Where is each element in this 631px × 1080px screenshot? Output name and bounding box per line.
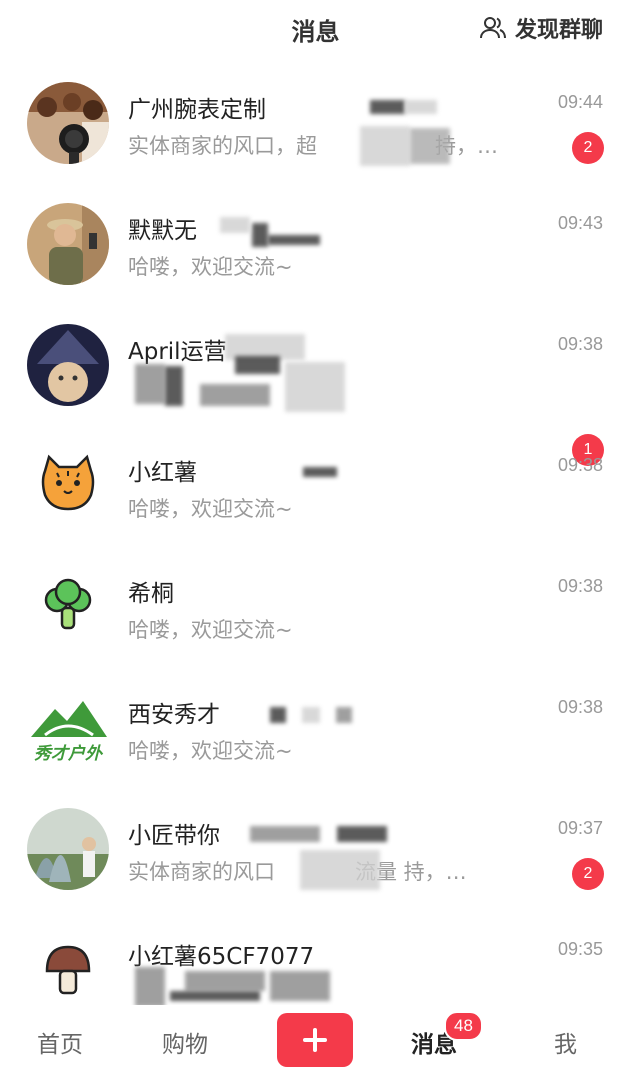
redaction [270,971,330,1001]
cat-face-avatar [27,445,109,527]
group-users-icon [479,17,506,39]
redaction [410,128,450,164]
watch-photo-avatar [27,82,109,164]
conversation-time: 09:38 [557,576,603,596]
conversation-row[interactable]: 秀才户外 西安秀才 哈喽，欢迎交流~ 09:38 [0,667,631,788]
redaction [165,366,183,406]
redaction [170,991,260,1001]
tab-home[interactable]: 首页 [37,1025,83,1059]
conversation-name: 西安秀才 [128,702,220,728]
redaction [252,223,268,247]
redaction [268,235,320,245]
redaction [336,707,352,723]
conversation-time: 09:38 [557,697,603,717]
conversation-name: 广州腕表定制 [128,97,266,123]
discover-label: 发现群聊 [514,18,603,43]
redaction [220,217,250,233]
tab-me[interactable]: 我 [554,1025,577,1059]
conversation-preview: 哈喽，欢迎交流~ [128,739,293,763]
redaction [285,362,345,412]
conversation-time: 09:38 [557,455,603,475]
redaction [405,100,437,114]
conversation-preview: 哈喽，欢迎交流~ [128,497,293,521]
redaction [360,126,410,166]
conversation-name: 小匠带你 [128,823,220,849]
conversation-row[interactable]: 默默无 哈喽，欢迎交流~ 09:43 [0,183,631,304]
mushroom-avatar [27,929,109,1011]
conversation-name: 小红薯65CF7077 [128,944,315,970]
logo-text: 秀才户外 [34,744,102,764]
conversation-name: April运营 [128,339,227,365]
redaction [300,850,380,890]
redaction [235,356,280,374]
redaction [337,826,387,842]
person-outdoor-avatar [27,808,109,890]
unread-badge: 2 [572,132,604,164]
person-photo-avatar [27,203,109,285]
redaction [250,826,320,842]
mountain-logo-avatar: 秀才户外 [27,687,109,769]
redaction [135,967,165,1007]
redaction [135,364,165,404]
conversation-preview: 实体商家的风口 流量 持，… [128,860,467,884]
messages-count-badge: 48 [444,1011,483,1041]
conversation-time: 09:38 [557,334,603,354]
redaction [185,971,265,991]
unread-badge: 2 [572,858,604,890]
redaction [200,384,270,406]
conversation-preview: 哈喽，欢迎交流~ [128,618,293,642]
redaction [370,100,405,114]
conversation-time: 09:43 [557,213,603,233]
conversation-time: 09:37 [557,818,603,838]
broccoli-avatar [27,566,109,648]
conversation-name: 希桐 [128,581,174,607]
conversation-preview: 哈喽，欢迎交流~ [128,255,293,279]
bottom-tab-bar: 首页 购物 消息 48 我 [0,1005,631,1080]
conversation-name: 小红薯 [128,460,197,486]
discover-group-chat-button[interactable]: 发现群聊 [479,12,603,44]
redaction [270,707,286,723]
conversation-name: 默默无 [128,218,197,244]
conversation-row[interactable]: 希桐 哈喽，欢迎交流~ 09:38 [0,546,631,667]
conversation-time: 09:35 [557,939,603,959]
tab-shop[interactable]: 购物 [162,1025,208,1059]
conversation-row[interactable]: 广州腕表定制 实体商家的风口，超 持，… 09:44 2 [0,62,631,183]
redaction [303,467,337,477]
header: 消息 发现群聊 [0,0,631,60]
conversation-row[interactable]: 小匠带你 实体商家的风口 流量 持，… 09:37 2 [0,788,631,909]
redaction [302,707,320,723]
wizard-cat-avatar [27,324,109,406]
conversation-time: 09:44 [557,92,603,112]
conversation-row[interactable]: 小红薯 哈喽，欢迎交流~ 09:38 [0,425,631,546]
create-post-button[interactable] [277,1013,353,1067]
conversation-row[interactable]: April运营 09:38 1 [0,304,631,466]
